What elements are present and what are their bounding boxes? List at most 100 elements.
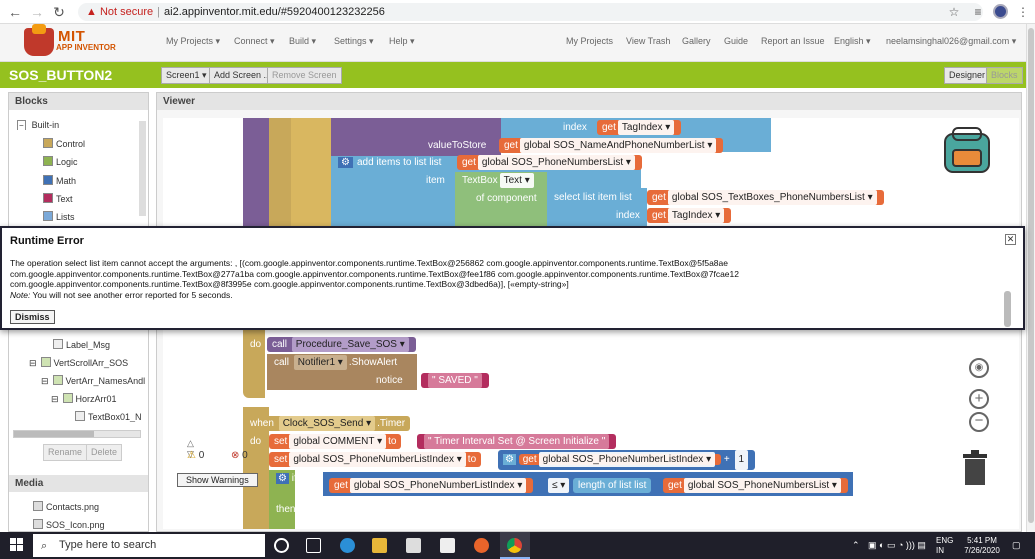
link-guide[interactable]: Guide <box>724 36 748 46</box>
clock[interactable]: 5:41 PM 7/26/2020 <box>962 536 1002 556</box>
get-global-textboxes-block[interactable]: get global SOS_TextBoxes_PhoneNumbersList… <box>647 190 884 205</box>
media-file[interactable]: Contacts.png <box>33 501 99 512</box>
get-global-names-block[interactable]: get global SOS_NameAndPhoneNumberList ▾ <box>499 138 724 153</box>
menu-connect[interactable]: Connect ▾ <box>234 36 275 47</box>
tagindex-dropdown[interactable]: TagIndex ▾ <box>667 208 725 223</box>
delete-button[interactable]: Delete <box>86 444 123 461</box>
notifications-icon[interactable]: ▢ <box>1012 540 1021 551</box>
tray-icons[interactable]: ▣ ◐ ▭ ◔ ))) ▤ <box>868 540 926 551</box>
builtin-tree-node[interactable]: − Built-in <box>17 120 59 130</box>
tray-chevron-icon[interactable]: ⌃ <box>852 540 860 551</box>
link-gallery[interactable]: Gallery <box>682 36 711 46</box>
number-one[interactable]: 1 <box>734 450 749 470</box>
task-view-icon[interactable] <box>306 538 321 553</box>
language-indicator[interactable]: ENG IN <box>936 536 953 556</box>
account-menu[interactable]: neelamsinghal026@gmail.com ▾ <box>886 36 1016 47</box>
store-icon[interactable] <box>406 538 421 553</box>
drawer-control[interactable]: Control <box>43 138 85 149</box>
recenter-icon[interactable]: ◉ <box>969 358 989 378</box>
set-index-block[interactable]: set global SOS_PhoneNumberListIndex ▾ to <box>269 452 482 467</box>
backpack-icon[interactable] <box>939 124 995 176</box>
dismiss-button[interactable]: Dismiss <box>10 310 55 324</box>
timer-text-block[interactable]: " Timer Interval Set @ Screen Initialize… <box>417 434 617 449</box>
drawer-logic[interactable]: Logic <box>43 156 78 167</box>
designer-button[interactable]: Designer <box>944 67 991 84</box>
tagindex-dropdown[interactable]: TagIndex ▾ <box>617 120 675 135</box>
menu-help[interactable]: Help ▾ <box>389 36 415 47</box>
add-screen-button[interactable]: Add Screen ... <box>209 67 277 84</box>
drawer-lists[interactable]: Lists <box>43 211 75 222</box>
link-report-issue[interactable]: Report an Issue <box>761 36 825 46</box>
taskbar-search-input[interactable]: Type here to search <box>33 534 265 557</box>
global-names-dropdown[interactable]: global SOS_NameAndPhoneNumberList ▾ <box>519 138 717 153</box>
global-textboxes-dropdown[interactable]: global SOS_TextBoxes_PhoneNumbersList ▾ <box>667 190 877 205</box>
firefox-icon[interactable] <box>474 538 489 553</box>
menu-dots-icon[interactable]: ⋮ <box>1015 4 1031 20</box>
get-global-index-block[interactable]: get global SOS_PhoneNumberListIndex ▾ <box>329 478 534 493</box>
component-vertarr[interactable]: ⊟ VertArr_NamesAndl <box>41 375 147 387</box>
procedure-dropdown[interactable]: Procedure_Save_SOS ▾ <box>291 337 409 352</box>
global-index-dropdown[interactable]: global SOS_PhoneNumberListIndex ▾ <box>289 452 466 467</box>
windows-start-icon[interactable] <box>10 538 24 552</box>
language-select[interactable]: English ▾ <box>834 36 871 47</box>
close-icon[interactable]: ✕ <box>1005 234 1016 245</box>
forward-icon[interactable]: → <box>29 4 45 20</box>
rename-button[interactable]: Rename <box>43 444 88 461</box>
global-phones-dropdown[interactable]: global SOS_PhoneNumbersList ▾ <box>477 155 635 170</box>
clock-dropdown[interactable]: Clock_SOS_Send ▾ <box>278 416 376 431</box>
get-tagindex-block[interactable]: get TagIndex ▾ <box>597 120 682 135</box>
address-bar[interactable]: ▲ Not secure | ai2.appinventor.mit.edu/#59… <box>78 3 983 21</box>
global-phones-dropdown[interactable]: global SOS_PhoneNumbersList ▾ <box>683 478 841 493</box>
global-index-dropdown[interactable]: global SOS_PhoneNumberListIndex ▾ <box>538 452 716 467</box>
zoom-out-icon[interactable]: − <box>969 412 989 432</box>
get-tagindex-block[interactable]: get TagIndex ▾ <box>647 208 732 223</box>
text-prop-dropdown[interactable]: Text ▾ <box>499 173 534 188</box>
call-procedure-block[interactable]: call Procedure_Save_SOS ▾ <box>267 337 416 352</box>
menu-my-projects[interactable]: My Projects ▾ <box>166 36 220 47</box>
link-view-trash[interactable]: View Trash <box>626 36 670 46</box>
set-comment-block[interactable]: set global COMMENT ▾ to <box>269 434 402 449</box>
chrome-taskbar-item[interactable] <box>500 532 530 559</box>
component-label-msg[interactable]: Label_Msg <box>53 339 110 350</box>
timer-string[interactable]: " Timer Interval Set @ Screen Initialize… <box>424 434 610 449</box>
cortana-icon[interactable] <box>274 538 289 553</box>
blocks-button[interactable]: Blocks <box>986 67 1023 84</box>
zoom-in-icon[interactable]: + <box>969 389 989 409</box>
media-file[interactable]: SOS_Icon.png <box>33 519 105 530</box>
addition-block[interactable]: ⚙ get global SOS_PhoneNumberListIndex ▾ +… <box>498 450 756 470</box>
saved-string[interactable]: " SAVED " <box>428 373 482 388</box>
menu-settings[interactable]: Settings ▾ <box>334 36 374 47</box>
component-textbox01[interactable]: TextBox01_N <box>75 411 145 422</box>
media-icon[interactable]: ≡ <box>970 4 986 20</box>
component-vertscroll[interactable]: ⊟ VertScrollArr_SOS <box>29 357 144 369</box>
screen-select[interactable]: Screen1 ▾ <box>161 67 212 84</box>
edge-icon[interactable] <box>340 538 355 553</box>
length-of-list-block[interactable]: length of list list <box>573 478 652 493</box>
notifier-dropdown[interactable]: Notifier1 ▾ <box>293 355 347 370</box>
page-scrollbar[interactable] <box>1026 24 1035 532</box>
file-explorer-icon[interactable] <box>372 538 387 553</box>
link-my-projects[interactable]: My Projects <box>566 36 613 46</box>
saved-text-block[interactable]: " SAVED " <box>421 373 489 388</box>
app-inventor-logo-icon[interactable] <box>24 24 54 56</box>
bookmark-star-icon[interactable]: ☆ <box>946 4 962 20</box>
global-comment-dropdown[interactable]: global COMMENT ▾ <box>289 434 387 449</box>
trash-icon[interactable] <box>961 450 989 486</box>
remove-screen-button[interactable]: Remove Screen <box>267 67 342 84</box>
drawer-math[interactable]: Math <box>43 175 76 186</box>
dialog-scrollbar[interactable] <box>1004 291 1011 327</box>
show-warnings-button[interactable]: Show Warnings <box>177 473 258 487</box>
menu-build[interactable]: Build ▾ <box>289 36 316 47</box>
component-horzarr[interactable]: ⊟ HorzArr01 <box>51 393 117 405</box>
mail-icon[interactable] <box>440 538 455 553</box>
drawer-text[interactable]: Text <box>43 193 73 204</box>
reload-icon[interactable]: ↻ <box>51 4 67 20</box>
global-index-dropdown[interactable]: global SOS_PhoneNumberListIndex ▾ <box>349 478 527 493</box>
le-operator[interactable]: ≤ ▾ <box>541 478 576 493</box>
tree-horizontal-scrollbar[interactable] <box>13 430 141 438</box>
get-global-phones-block[interactable]: get global SOS_PhoneNumbersList ▾ <box>663 478 848 493</box>
le-dropdown[interactable]: ≤ ▾ <box>548 478 570 493</box>
get-global-phones-block[interactable]: get global SOS_PhoneNumbersList ▾ <box>457 155 642 170</box>
back-icon[interactable]: ← <box>7 4 23 20</box>
profile-avatar[interactable] <box>993 4 1008 19</box>
